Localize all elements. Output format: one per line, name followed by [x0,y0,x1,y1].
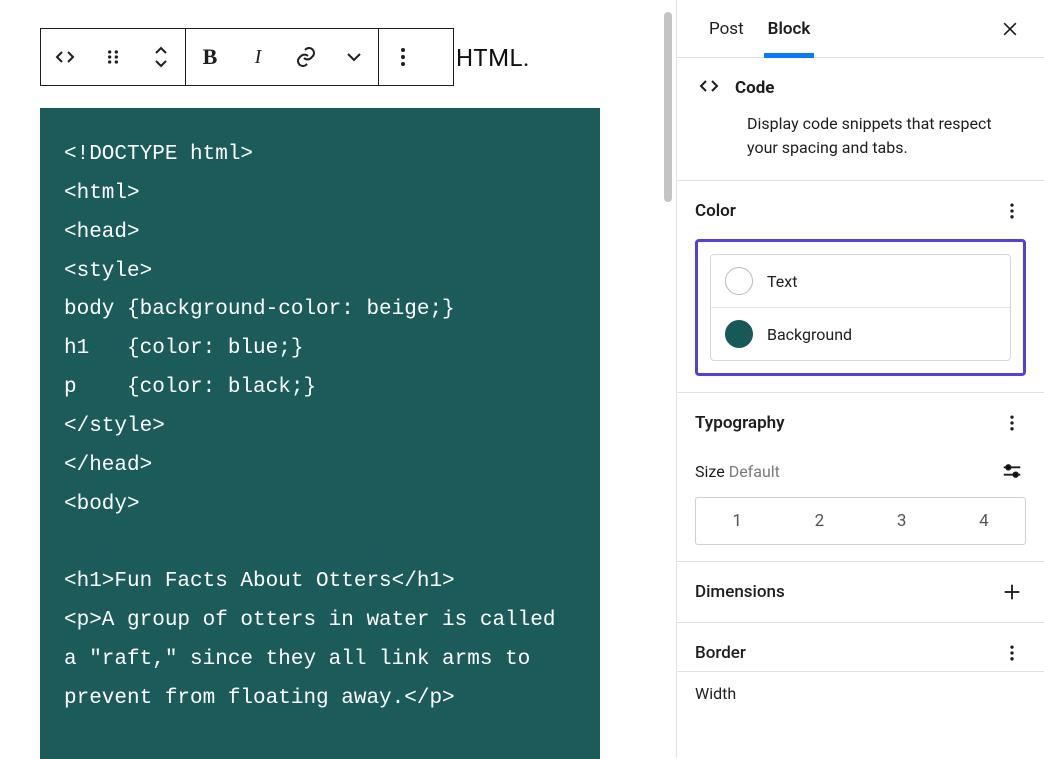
more-options-button[interactable] [379,29,427,85]
toolbar-group-more [379,29,427,85]
tab-post[interactable]: Post [697,0,756,58]
border-panel-title: Border [695,643,746,663]
custom-size-toggle[interactable] [998,457,1026,485]
block-toolbar: B I [40,28,454,86]
code-block-icon[interactable] [41,29,89,85]
code-block-content[interactable]: <!DOCTYPE html> <html> <head> <style> bo… [40,108,600,759]
inline-text-fragment: HTML. [456,44,530,72]
typography-panel: Typography SizeDefault 1 2 3 4 [677,393,1044,562]
block-description: Display code snippets that respect your … [747,112,1024,160]
bold-button[interactable]: B [186,29,234,85]
more-formatting-dropdown[interactable] [330,29,378,85]
color-panel-menu[interactable] [998,197,1026,225]
size-option-1[interactable]: 1 [696,498,778,544]
dimensions-panel[interactable]: Dimensions [677,562,1044,623]
color-panel: Color Text Background [677,181,1044,393]
move-up-down[interactable] [137,29,185,85]
background-color-label: Background [767,325,852,344]
font-size-presets: 1 2 3 4 [695,497,1026,545]
dimensions-panel-title: Dimensions [695,582,785,602]
border-panel[interactable]: Border [677,623,1044,672]
font-size-label: SizeDefault [695,462,780,481]
scrollbar-thumb[interactable] [664,12,672,202]
color-item-background[interactable]: Background [711,307,1010,360]
color-item-text[interactable]: Text [711,255,1010,307]
editor-canvas: B I HTML. <!DOCTYPE html> <html> <head> … [0,0,676,758]
toolbar-group-block [41,29,186,85]
close-sidebar-button[interactable] [990,9,1030,49]
text-color-label: Text [767,272,797,291]
block-title: Code [735,78,774,98]
size-option-3[interactable]: 3 [861,498,943,544]
sidebar-tabs: Post Block [677,0,1044,58]
typography-panel-title: Typography [695,413,785,433]
settings-sidebar: Post Block Code Display code snippets th… [676,0,1044,758]
drag-handle-icon[interactable] [89,29,137,85]
background-color-swatch [725,320,753,348]
italic-button[interactable]: I [234,29,282,85]
color-settings-list: Text Background [710,254,1011,361]
border-width-label: Width [677,672,1044,703]
link-button[interactable] [282,29,330,85]
border-panel-menu[interactable] [998,639,1026,667]
color-settings-highlight: Text Background [695,239,1026,376]
tab-block[interactable]: Block [756,0,823,58]
text-color-swatch [725,267,753,295]
color-panel-title: Color [695,201,736,221]
typography-panel-menu[interactable] [998,409,1026,437]
code-icon [697,74,721,102]
dimensions-add-button[interactable] [998,578,1026,606]
size-option-2[interactable]: 2 [778,498,860,544]
size-option-4[interactable]: 4 [943,498,1025,544]
block-info-panel: Code Display code snippets that respect … [677,58,1044,181]
toolbar-group-format: B I [186,29,379,85]
